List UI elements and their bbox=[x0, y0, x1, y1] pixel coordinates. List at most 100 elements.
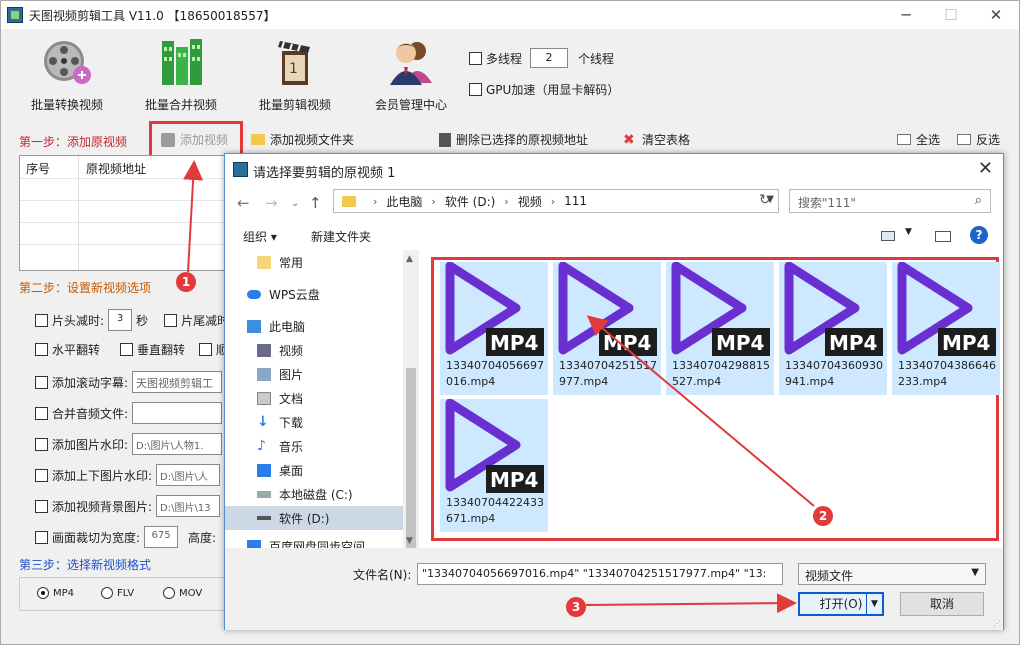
gpu-checkbox[interactable] bbox=[469, 83, 482, 96]
tree-item-drive-c[interactable]: 本地磁盘 (C:) bbox=[225, 482, 403, 506]
refresh-icon[interactable]: ↻ bbox=[759, 192, 771, 208]
merge-audio-checkbox[interactable] bbox=[35, 406, 48, 420]
scroll-caption-input[interactable]: 天图视频剪辑工 bbox=[132, 371, 223, 393]
bg-image-checkbox[interactable] bbox=[35, 499, 48, 513]
invert-button[interactable]: 反选 bbox=[957, 131, 1000, 148]
organize-button[interactable]: 组织 ▾ bbox=[243, 228, 277, 245]
tree-item-wps-cloud[interactable]: WPS云盘 bbox=[225, 282, 403, 306]
member-center-button[interactable]: 会员管理中心 bbox=[361, 37, 461, 113]
filename-input[interactable]: "13340704056697016.mp4" "133407042515179… bbox=[417, 563, 783, 585]
add-folder-button[interactable]: 添加视频文件夹 bbox=[251, 131, 354, 148]
new-folder-button[interactable]: 新建文件夹 bbox=[311, 228, 371, 245]
help-icon[interactable]: ? bbox=[970, 226, 988, 244]
recent-chevron-icon[interactable]: ⌄ bbox=[291, 198, 299, 209]
trim-head-row: 片头减时: 3 秒 片尾减时 bbox=[35, 309, 229, 331]
preview-pane-icon[interactable] bbox=[935, 231, 951, 242]
trim-tail-checkbox[interactable] bbox=[164, 313, 178, 327]
search-input[interactable]: 搜索"111" ⌕ bbox=[789, 189, 991, 213]
format-mp4-label: MP4 bbox=[53, 587, 75, 599]
tree-item-drive-d[interactable]: 软件 (D:) bbox=[225, 506, 403, 530]
batch-merge-button[interactable]: 批量合并视频 bbox=[131, 37, 231, 113]
cancel-button[interactable]: 取消 bbox=[900, 592, 984, 616]
dialog-close-button[interactable]: ✕ bbox=[978, 158, 993, 179]
scroll-down-icon[interactable]: ▼ bbox=[406, 536, 413, 546]
tb-watermark-label: 添加上下图片水印: bbox=[52, 468, 153, 483]
tree-item-desktop[interactable]: 桌面 bbox=[225, 458, 403, 482]
select-all-button[interactable]: 全选 bbox=[897, 131, 940, 148]
file-tile[interactable]: MP4 13340704422433671.mp4 bbox=[440, 399, 548, 532]
crop-width-input[interactable]: 675 bbox=[144, 526, 179, 548]
radio-mov[interactable] bbox=[163, 587, 175, 599]
video-list-table[interactable]: 序号 原视频地址 bbox=[19, 155, 229, 271]
breadcrumb-111[interactable]: 111 bbox=[564, 194, 587, 208]
image-watermark-input[interactable]: D:\图片\人物1. bbox=[132, 433, 223, 455]
file-tile[interactable]: MP4 13340704386646233.mp4 bbox=[892, 262, 1000, 395]
up-arrow-icon[interactable]: ↑ bbox=[309, 194, 322, 212]
file-tile[interactable]: MP4 13340704251517977.mp4 bbox=[553, 262, 661, 395]
resize-grip-icon[interactable]: ⋰ bbox=[993, 619, 1001, 628]
scrollbar-thumb[interactable] bbox=[406, 368, 416, 548]
clear-table-button[interactable]: ✖ 清空表格 bbox=[623, 131, 690, 148]
image-watermark-row: 添加图片水印: D:\图片\人物1. bbox=[35, 433, 223, 455]
trim-head-input[interactable]: 3 bbox=[108, 309, 133, 331]
scroll-up-icon[interactable]: ▲ bbox=[406, 254, 413, 264]
delete-selected-button[interactable]: 删除已选择的原视频地址 bbox=[439, 131, 588, 148]
rotate-checkbox[interactable] bbox=[199, 343, 213, 356]
tree-item-label: 音乐 bbox=[279, 439, 304, 454]
multithread-checkbox[interactable] bbox=[469, 51, 482, 65]
format-flv[interactable]: FLV bbox=[101, 587, 134, 599]
tree-item-videos[interactable]: 视频 bbox=[225, 338, 403, 362]
tree-item-downloads[interactable]: ↓ 下载 bbox=[225, 410, 403, 434]
breadcrumb-this-pc[interactable]: 此电脑 bbox=[386, 193, 422, 210]
tree-item-music[interactable]: ♪ 音乐 bbox=[225, 434, 403, 458]
bg-image-input[interactable]: D:\图片\13 bbox=[156, 495, 221, 517]
forward-arrow-icon[interactable]: → bbox=[265, 194, 278, 212]
tree-item-this-pc[interactable]: 此电脑 bbox=[225, 314, 403, 338]
batch-convert-button[interactable]: 批量转换视频 bbox=[17, 37, 117, 113]
breadcrumb-video[interactable]: 视频 bbox=[518, 193, 542, 210]
filetype-select[interactable]: 视频文件 ▼ bbox=[798, 563, 986, 585]
crop-checkbox[interactable] bbox=[35, 530, 48, 544]
open-file-dialog: 请选择要剪辑的原视频 1 ✕ ← → ⌄ ↑ › 此电脑 › 软件 (D:) ›… bbox=[224, 153, 1004, 630]
image-watermark-label: 添加图片水印: bbox=[52, 437, 129, 452]
vflip-label: 垂直翻转 bbox=[137, 343, 186, 357]
view-dropdown-icon[interactable]: ▼ bbox=[905, 227, 912, 237]
address-bar[interactable]: › 此电脑 › 软件 (D:) › 视频 › 111 ▼ bbox=[333, 189, 779, 213]
flip-row: 水平翻转 垂直翻转 顺 bbox=[35, 341, 228, 358]
radio-flv[interactable] bbox=[101, 587, 113, 599]
trim-head-checkbox[interactable] bbox=[35, 313, 48, 327]
scroll-caption-checkbox[interactable] bbox=[35, 375, 48, 389]
vflip-checkbox[interactable] bbox=[120, 343, 134, 356]
pictures-folder-icon bbox=[257, 367, 271, 381]
tree-item-common[interactable]: 常用 bbox=[225, 250, 403, 274]
tree-item-documents[interactable]: 文档 bbox=[225, 386, 403, 410]
batch-edit-label: 批量剪辑视频 bbox=[258, 98, 331, 112]
format-mp4[interactable]: MP4 bbox=[37, 587, 74, 599]
merge-audio-input[interactable] bbox=[132, 402, 223, 424]
tree-scrollbar[interactable]: ▲ ▼ bbox=[403, 250, 419, 548]
breadcrumb-drive-d[interactable]: 软件 (D:) bbox=[445, 193, 495, 210]
tb-watermark-checkbox[interactable] bbox=[35, 468, 48, 482]
file-tile[interactable]: MP4 13340704360930941.mp4 bbox=[779, 262, 887, 395]
radio-mp4[interactable] bbox=[37, 587, 49, 599]
close-button[interactable]: ✕ bbox=[981, 4, 1011, 26]
threads-input[interactable]: 2 bbox=[530, 48, 569, 68]
tree-item-pictures[interactable]: 图片 bbox=[225, 362, 403, 386]
tb-watermark-input[interactable]: D:\图片\人 bbox=[156, 464, 221, 486]
maximize-button[interactable]: ☐ bbox=[936, 4, 966, 26]
open-dropdown-icon[interactable]: ▼ bbox=[866, 594, 882, 614]
hflip-checkbox[interactable] bbox=[35, 343, 48, 356]
view-mode-icon[interactable] bbox=[881, 231, 895, 241]
video-file-icon: MP4 bbox=[671, 262, 770, 356]
users-icon bbox=[390, 42, 432, 85]
image-watermark-checkbox[interactable] bbox=[35, 437, 48, 451]
file-tile[interactable]: MP4 13340704056697016.mp4 bbox=[440, 262, 548, 395]
back-arrow-icon[interactable]: ← bbox=[237, 194, 250, 212]
open-button[interactable]: 打开(O) ▼ bbox=[798, 592, 884, 616]
format-mov[interactable]: MOV bbox=[163, 587, 202, 599]
column-divider bbox=[78, 156, 79, 270]
file-tile[interactable]: MP4 13340704298815527.mp4 bbox=[666, 262, 774, 395]
minimize-button[interactable]: ─ bbox=[891, 4, 921, 26]
chevron-down-icon: ▼ bbox=[971, 567, 979, 578]
batch-edit-button[interactable]: 1 批量剪辑视频 bbox=[245, 37, 345, 113]
